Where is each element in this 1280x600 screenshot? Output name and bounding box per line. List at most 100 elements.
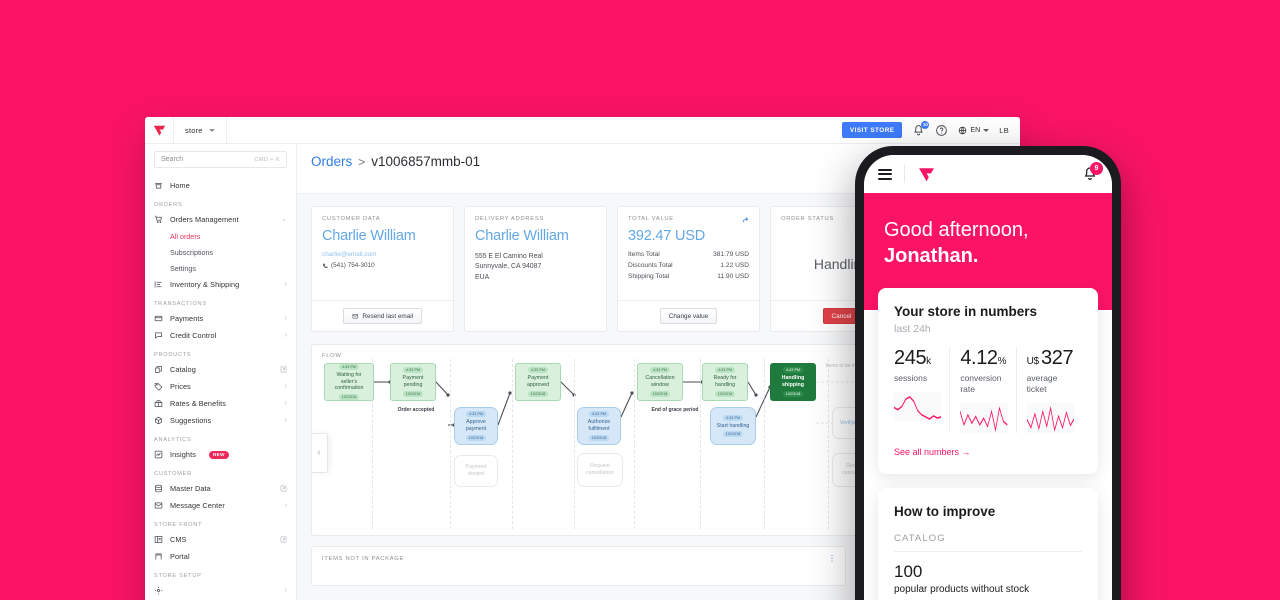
flow-guide-line [574, 359, 575, 529]
portal-icon [154, 552, 163, 561]
flow-node-label: Handling shipping [781, 375, 805, 388]
envelope-icon [352, 313, 359, 320]
flow-arrowhead [754, 393, 758, 397]
globe-icon [959, 126, 967, 134]
search-shortcut: CMD + K [254, 156, 280, 163]
flow-node-n3[interactable]: 4:33 PM Approve payment 10/23/18 [454, 407, 498, 445]
card-footer: Change value [618, 300, 759, 331]
total-row-key: Shipping Total [628, 273, 670, 280]
metric-value: 327 [1041, 346, 1074, 369]
flow-guide-line [634, 359, 635, 529]
sidebar-item-catalog[interactable]: Catalog [145, 361, 296, 378]
flow-node-n6[interactable]: 4:33 PM Cancellation window 10/23/18 [637, 363, 683, 401]
sidebar-item-subscriptions[interactable]: Subscriptions [145, 244, 296, 260]
phone-notifications-button[interactable]: 9 [1082, 162, 1103, 182]
see-all-numbers-link[interactable]: See all numbers → [894, 447, 971, 457]
visit-store-button[interactable]: VISIT STORE [841, 122, 903, 138]
collapse-sidebar-button[interactable]: ‹ [312, 433, 328, 473]
flow-node-n9[interactable]: 4:43 PM Handling shipping 10/23/18 [770, 363, 816, 401]
flow-node-n1[interactable]: 4:33 PM Waiting for seller's confirmation… [324, 363, 374, 401]
flow-edge [435, 381, 449, 396]
phone-notification-badge: 9 [1090, 162, 1103, 175]
hamburger-menu-icon[interactable] [878, 166, 892, 182]
store-numbers-card: Your store in numbers last 24h 245k sess… [878, 287, 1098, 474]
flow-edge [620, 392, 633, 418]
sidebar-item-payments[interactable]: Payments › [145, 310, 296, 327]
flow-node-n5[interactable]: 4:33 PM Authorize fulfilment 10/23/18 [577, 407, 621, 445]
customer-email[interactable]: charlie@email.com [322, 251, 443, 258]
flow-guide-line [764, 359, 765, 529]
card-title: Your store in numbers [894, 303, 1038, 319]
card-icon [154, 314, 163, 323]
user-avatar-initials[interactable]: LB [999, 126, 1009, 135]
flow-edge [747, 381, 757, 396]
kebab-menu-icon[interactable]: ⋮ [828, 555, 836, 563]
notifications-button[interactable]: 10 [912, 120, 930, 137]
total-row: Items Total 381.79 USD [628, 251, 749, 258]
chevron-down-icon [983, 128, 990, 132]
sidebar-item-label: Catalog [170, 365, 196, 374]
sidebar-section-customer: CUSTOMER [154, 471, 192, 477]
customer-phone: (541) 754-3010 [322, 262, 443, 269]
flow-node-date: 10/23/18 [588, 434, 610, 441]
change-value-button[interactable]: Change value [659, 308, 718, 324]
customer-phone-text: (541) 754-3010 [331, 262, 375, 269]
sidebar-item-insights[interactable]: Insights NEW [145, 446, 296, 463]
sidebar-item-prices[interactable]: Prices › [145, 378, 296, 395]
card-footer: Resend last email [312, 300, 453, 331]
chevron-down-icon [208, 128, 215, 132]
sidebar-item-rates-benefits[interactable]: Rates & Benefits › [145, 395, 296, 412]
flow-guide-line [450, 359, 451, 529]
sidebar-item-home[interactable]: Home [145, 177, 296, 194]
resend-last-email-button[interactable]: Resend last email [342, 308, 423, 324]
store-selector[interactable]: store [174, 117, 227, 144]
catalog-count: 100 [894, 561, 923, 581]
sidebar-item-orders-management[interactable]: Orders Management ⌄ [145, 211, 296, 228]
flow-node-n7[interactable]: 4:33 PM Ready for handling 10/23/18 [702, 363, 748, 401]
sidebar-item-label: Home [170, 181, 190, 190]
sidebar-section-analytics: ANALYTICS [154, 437, 192, 443]
flow-node-n10[interactable]: Payment denied [454, 455, 498, 487]
total-row-value: 381.79 USD [713, 251, 749, 258]
sidebar-item-cms[interactable]: CMS [145, 531, 296, 548]
sidebar-item-master-data[interactable]: Master Data [145, 480, 296, 497]
sidebar-item-portal[interactable]: Portal [145, 548, 296, 565]
flow-node-label: Payment pending [402, 375, 424, 388]
envelope-icon [154, 501, 163, 510]
database-icon [154, 484, 163, 493]
external-link-icon [280, 536, 287, 543]
flow-node-n4[interactable]: 4:33 PM Payment approved 10/23/18 [515, 363, 561, 401]
phone-scroll-area[interactable]: Good afternoon, Jonathan. Your store in … [864, 193, 1112, 600]
sidebar-item-store-setup-partial[interactable]: › [145, 582, 296, 599]
sidebar-item-inventory-shipping[interactable]: Inventory & Shipping › [145, 276, 296, 293]
flow-edge [560, 381, 575, 396]
sidebar-item-label: Payments [170, 314, 204, 323]
help-button[interactable] [935, 124, 948, 137]
sidebar-item-suggestions[interactable]: Suggestions › [145, 412, 296, 429]
address-line-2: Sunnyvale, CA 94087 [475, 263, 542, 271]
chevron-right-icon: › [284, 383, 287, 390]
card-subtitle: last 24h [894, 322, 931, 335]
sidebar-item-all-orders[interactable]: All orders [145, 228, 296, 244]
flow-node-n2[interactable]: 4:33 PM Payment pending 10/23/18 [390, 363, 436, 401]
cms-icon [154, 535, 163, 544]
share-icon[interactable] [742, 216, 750, 224]
sidebar-item-credit-control[interactable]: Credit Control › [145, 327, 296, 344]
flow-node-n8[interactable]: 4:33 PM Start handling 10/23/18 [710, 407, 756, 445]
flow-node-date: 10/23/18 [714, 390, 736, 397]
sidebar-item-message-center[interactable]: Message Center › [145, 497, 296, 514]
breadcrumb-orders-link[interactable]: Orders [311, 154, 352, 169]
sidebar-item-settings[interactable]: Settings [145, 260, 296, 276]
flow-node-n11[interactable]: Request cancellation [577, 453, 623, 487]
sidebar-item-label: Portal [170, 552, 190, 561]
flow-node-label: Request cancellation [586, 463, 614, 476]
language-selector[interactable]: EN [958, 126, 990, 135]
globe-icon-wrap [958, 126, 967, 135]
sidebar-item-label: Prices [170, 382, 191, 391]
search-input[interactable]: Search CMD + K [154, 151, 287, 168]
sidebar-section-store-front: STORE FRONT [154, 522, 203, 528]
sidebar-item-label: CMS [170, 535, 187, 544]
notification-badge: 10 [921, 120, 930, 129]
brand-logo-cell[interactable] [145, 117, 174, 144]
catalog-description: popular products without stock [894, 583, 1030, 595]
